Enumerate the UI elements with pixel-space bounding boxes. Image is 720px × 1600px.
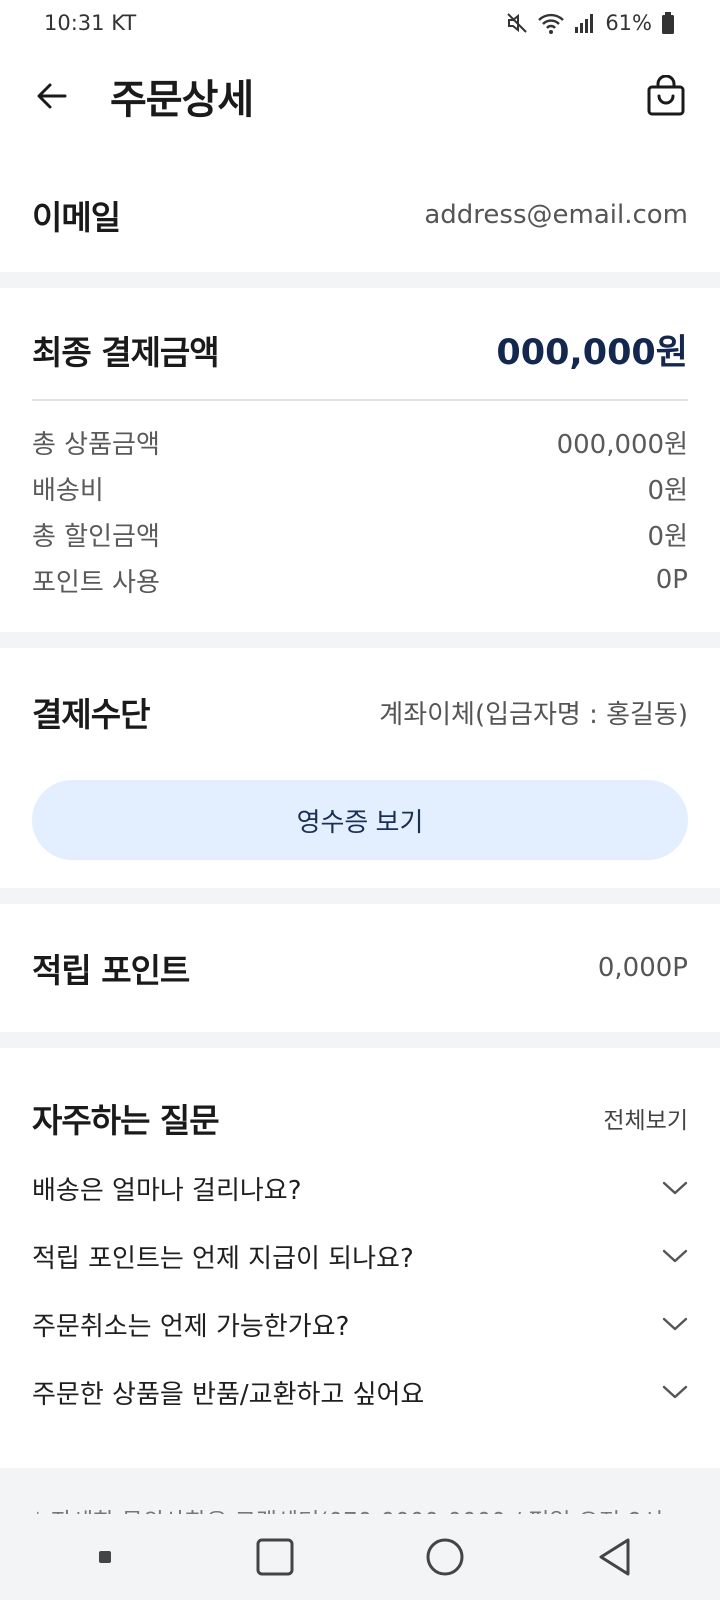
nav-recents-button[interactable] <box>245 1527 305 1587</box>
final-amount-label: 최종 결제금액 <box>32 332 220 372</box>
detail-label: 총 할인금액 <box>32 521 160 552</box>
shopping-bag-button[interactable] <box>644 74 688 118</box>
payment-method-section: 결제수단 계좌이체(입금자명 : 홍길동) 영수증 보기 <box>0 648 720 888</box>
chevron-down-icon <box>662 1385 688 1399</box>
shopping-bag-icon <box>647 75 685 116</box>
faq-item[interactable]: 배송은 얼마나 걸리나요? <box>32 1154 688 1222</box>
detail-label: 배송비 <box>32 475 104 506</box>
detail-value: 0원 <box>647 475 688 506</box>
email-label: 이메일 <box>32 198 121 237</box>
points-section: 적립 포인트 0,000P <box>0 904 720 1032</box>
detail-value: 0P <box>655 565 688 595</box>
status-time: 10:31 <box>44 11 105 35</box>
faq-question: 주문한 상품을 반품/교환하고 싶어요 <box>32 1379 425 1410</box>
dot-icon <box>99 1551 111 1563</box>
nav-back-button[interactable] <box>585 1527 645 1587</box>
faq-question: 주문취소는 언제 가능한가요? <box>32 1311 350 1342</box>
faq-header: 자주하는 질문 전체보기 <box>32 1094 688 1142</box>
status-icons: 61% <box>505 11 676 35</box>
points-label: 적립 포인트 <box>32 951 190 990</box>
payment-method-row: 결제수단 계좌이체(입금자명 : 홍길동) <box>32 688 688 736</box>
faq-question: 배송은 얼마나 걸리나요? <box>32 1175 302 1206</box>
detail-label: 포인트 사용 <box>32 567 160 598</box>
faq-item[interactable]: 주문취소는 언제 가능한가요? <box>32 1290 688 1358</box>
back-button[interactable] <box>32 76 72 116</box>
status-time-group: 10:31 KT <box>44 11 136 35</box>
status-carrier: KT <box>111 11 137 35</box>
footer-note-text: * 자세한 문의사항은 고객센터(070-0000-0000 / 평일 오전 9… <box>32 1502 690 1514</box>
detail-row-discount: 총 할인금액 0원 <box>32 511 688 557</box>
final-amount-row: 최종 결제금액 000,000원 <box>32 324 688 375</box>
nav-menu-button[interactable] <box>75 1527 135 1587</box>
faq-section: 자주하는 질문 전체보기 배송은 얼마나 걸리나요? 적립 포인트는 언제 지급… <box>0 1048 720 1468</box>
triangle-back-icon <box>599 1538 630 1576</box>
faq-see-all-link[interactable]: 전체보기 <box>603 1101 688 1135</box>
summary-divider <box>32 399 688 401</box>
circle-icon <box>426 1538 464 1576</box>
chevron-down-icon <box>662 1249 688 1263</box>
detail-label: 총 상품금액 <box>32 429 160 460</box>
faq-item[interactable]: 주문한 상품을 반품/교환하고 싶어요 <box>32 1358 688 1426</box>
section-divider <box>0 272 720 288</box>
faq-question: 적립 포인트는 언제 지급이 되나요? <box>32 1243 414 1274</box>
final-amount-value: 000,000원 <box>496 333 688 373</box>
section-divider <box>0 1032 720 1048</box>
points-value: 0,000P <box>597 953 688 983</box>
view-receipt-button[interactable]: 영수증 보기 <box>32 780 688 860</box>
chevron-down-icon <box>662 1181 688 1195</box>
footer-note: * 자세한 문의사항은 고객센터(070-0000-0000 / 평일 오전 9… <box>0 1468 720 1514</box>
faq-item[interactable]: 적립 포인트는 언제 지급이 되나요? <box>32 1222 688 1290</box>
section-divider <box>0 632 720 648</box>
nav-home-button[interactable] <box>415 1527 475 1587</box>
chevron-down-icon <box>662 1317 688 1331</box>
detail-value: 000,000원 <box>556 429 688 460</box>
mute-icon <box>505 11 529 35</box>
signal-icon <box>573 11 597 35</box>
battery-percent: 61% <box>605 11 652 35</box>
wifi-icon <box>537 11 565 35</box>
detail-row-product-total: 총 상품금액 000,000원 <box>32 419 688 465</box>
payment-method-label: 결제수단 <box>32 695 150 734</box>
detail-row-shipping: 배송비 0원 <box>32 465 688 511</box>
arrow-left-icon <box>37 83 67 109</box>
system-nav-bar <box>0 1514 720 1600</box>
detail-row-points-used: 포인트 사용 0P <box>32 557 688 603</box>
payment-summary-section: 최종 결제금액 000,000원 총 상품금액 000,000원 배송비 0원 … <box>0 288 720 632</box>
status-bar: 10:31 KT 61% <box>0 0 720 46</box>
faq-title: 자주하는 질문 <box>32 1101 220 1140</box>
payment-method-value: 계좌이체(입금자명 : 홍길동) <box>379 699 688 730</box>
page-title: 주문상세 <box>110 77 254 123</box>
section-divider <box>0 888 720 904</box>
email-value: address@email.com <box>424 200 688 230</box>
app-bar: 주문상세 <box>0 46 720 146</box>
email-section: 이메일 address@email.com <box>0 160 720 270</box>
detail-value: 0원 <box>647 521 688 552</box>
battery-icon <box>660 11 676 35</box>
square-icon <box>256 1538 294 1576</box>
